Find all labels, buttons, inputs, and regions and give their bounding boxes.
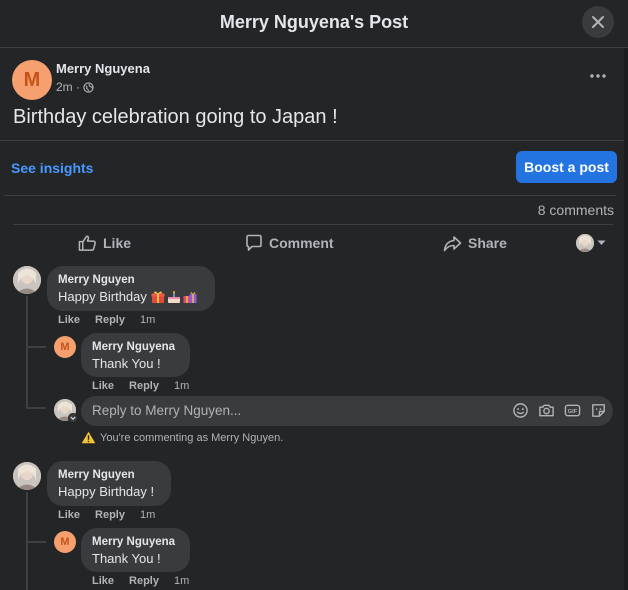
camera-icon[interactable] [538, 402, 555, 419]
author-avatar[interactable]: M [12, 60, 52, 100]
comment-reply-link[interactable]: Reply [95, 314, 125, 326]
globe-icon [83, 81, 94, 93]
comment-actions: Like Reply 1m [58, 314, 155, 326]
commenting-as-notice: You're commenting as Merry Nguyen. [81, 431, 283, 444]
reply-author[interactable]: Merry Nguyena [92, 339, 179, 355]
reply-actions: Like Reply 1m [92, 575, 189, 587]
comment-author[interactable]: Merry Nguyen [58, 272, 204, 288]
gifts-emoji [183, 292, 197, 303]
svg-text:GIF: GIF [568, 409, 578, 415]
reply-text: Thank You ! [92, 551, 161, 566]
like-button[interactable]: Like [78, 231, 131, 255]
divider [13, 224, 613, 225]
comment-label: Comment [269, 235, 334, 251]
dialog-header: Merry Nguyena's Post [0, 0, 628, 48]
reply-reply-link[interactable]: Reply [129, 380, 159, 392]
post-time[interactable]: 2m · [56, 80, 80, 94]
share-button[interactable]: Share [443, 231, 507, 255]
cake-emoji [167, 290, 180, 303]
comment-time[interactable]: 1m [140, 509, 155, 521]
gif-icon[interactable]: GIF [564, 402, 581, 419]
comment-icon [246, 234, 262, 251]
reply-avatar[interactable]: M [54, 336, 76, 358]
comments-count[interactable]: 8 comments [538, 202, 614, 218]
share-icon [443, 235, 462, 251]
like-label: Like [103, 235, 132, 251]
close-button[interactable] [582, 6, 614, 38]
reply-reply-link[interactable]: Reply [129, 575, 159, 587]
reply-like-link[interactable]: Like [92, 380, 114, 392]
comment-author[interactable]: Merry Nguyen [58, 467, 160, 483]
see-insights-link[interactable]: See insights [11, 160, 93, 176]
reply-bubble[interactable]: Merry Nguyena Thank You ! [81, 333, 190, 377]
post-meta: 2m · [56, 80, 94, 94]
comment-actions: Like Reply 1m [58, 509, 155, 521]
reply-bubble[interactable]: Merry Nguyena Thank You ! [81, 528, 190, 572]
commenter-avatar[interactable] [13, 462, 41, 490]
more-options-button[interactable] [586, 68, 610, 84]
comment-like-link[interactable]: Like [58, 314, 80, 326]
reply-avatar[interactable]: M [54, 531, 76, 553]
warning-icon [81, 431, 96, 444]
comment-button[interactable]: Comment [245, 231, 334, 255]
thread-line [26, 541, 46, 543]
commenter-avatar[interactable] [13, 266, 41, 294]
boost-post-button[interactable]: Boost a post [516, 151, 617, 183]
comment-like-link[interactable]: Like [58, 509, 80, 521]
comment-time[interactable]: 1m [140, 314, 155, 326]
emoji-icon[interactable] [512, 402, 529, 419]
reply-text: Thank You ! [92, 356, 161, 371]
post-text: Birthday celebration going to Japan ! [13, 106, 338, 128]
reply-time[interactable]: 1m [174, 380, 189, 392]
reply-author[interactable]: Merry Nguyena [92, 534, 179, 550]
share-label: Share [468, 235, 507, 251]
reply-actions: Like Reply 1m [92, 380, 189, 392]
status-chevron-icon [68, 413, 78, 423]
comment-bubble[interactable]: Merry Nguyen Happy Birthday ! [47, 461, 171, 506]
reply-input[interactable]: Reply to Merry Nguyen... GIF [81, 396, 613, 426]
thread-line [26, 296, 28, 408]
avatar-letter: M [60, 341, 70, 353]
comment-bubble[interactable]: Merry Nguyen Happy Birthday [47, 266, 215, 311]
caret-down-icon [597, 240, 606, 245]
reply-placeholder: Reply to Merry Nguyen... [92, 403, 242, 418]
divider [0, 140, 624, 141]
comment-reply-link[interactable]: Reply [95, 509, 125, 521]
commenting-as-text: You're commenting as Merry Nguyen. [100, 431, 284, 444]
react-as-selector[interactable] [576, 231, 606, 255]
thread-line [26, 346, 46, 348]
thumbs-up-icon [78, 235, 96, 251]
avatar-letter: M [60, 536, 70, 548]
more-icon [590, 74, 606, 78]
comment-text: Happy Birthday [58, 288, 204, 306]
reply-like-link[interactable]: Like [92, 575, 114, 587]
divider [4, 195, 616, 196]
gift-emoji [151, 291, 165, 303]
scrollbar[interactable] [624, 48, 628, 590]
close-icon [592, 16, 604, 28]
emoji-group [151, 290, 197, 304]
thread-line [26, 407, 46, 409]
reply-time[interactable]: 1m [174, 575, 189, 587]
comment-text: Happy Birthday ! [58, 484, 155, 499]
dialog-title: Merry Nguyena's Post [219, 12, 409, 32]
profile-avatar [576, 234, 594, 252]
reply-tools: GIF [512, 402, 607, 419]
post-author-name[interactable]: Merry Nguyena [56, 61, 150, 76]
sticker-icon[interactable] [590, 402, 607, 419]
comment-text-content: Happy Birthday [58, 289, 147, 304]
avatar-letter: M [23, 68, 41, 91]
